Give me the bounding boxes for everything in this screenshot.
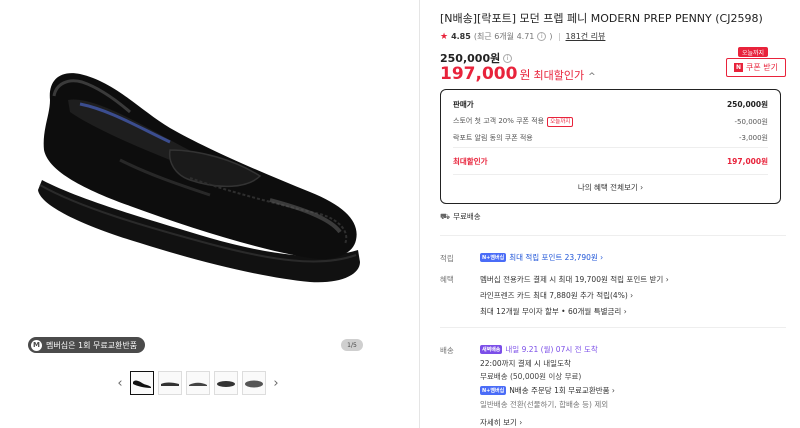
star-icon: ★ [440, 31, 449, 42]
price-row-first-coupon: 스토어 첫 고객 20% 쿠폰 적용 오늘까지 -50,000원 [453, 116, 768, 127]
price-row-label: 스토어 첫 고객 20% 쿠폰 적용 [453, 117, 545, 125]
dawn-arrival-text: 내일 9.21 (월) 07시 전 도착 [505, 345, 598, 354]
shoe-thumbnail-icon [133, 380, 151, 388]
benefits-section-label: 혜택 [440, 275, 454, 284]
benefit-line[interactable]: 최대 12개월 무이자 할부 • 60개월 특별금리 › [480, 306, 627, 317]
product-title: [N배송][락포트] 모던 프렙 페니 MODERN PREP PENNY (C… [440, 12, 763, 25]
dawn-delivery-line: 새벽배송 내일 9.21 (월) 07시 전 도착 [480, 344, 598, 355]
price-row-alarm-coupon: 락포트 알림 동의 쿠폰 적용 -3,000원 [453, 133, 768, 143]
divider [558, 32, 560, 41]
review-count-link[interactable]: 181건 리뷰 [566, 31, 606, 42]
thumbnail-item[interactable] [214, 371, 238, 395]
naver-n-icon: N [734, 63, 743, 72]
delivery-detail-link[interactable]: 자세히 보기 › [480, 417, 522, 428]
free-shipping-row: ⛟ 무료배송 [440, 211, 481, 222]
return-line[interactable]: N+멤버십 N배송 주문당 1회 무료교환반품 › [480, 385, 615, 396]
price-box-divider [453, 147, 768, 148]
info-icon[interactable]: i [537, 32, 547, 41]
thumbnail-item[interactable] [130, 371, 154, 395]
shoe-thumbnail-icon [161, 382, 179, 386]
today-only-tag: 오늘까지 [547, 117, 574, 127]
rating-score: 4.85 [451, 32, 471, 41]
price-row-sale: 판매가 250,000원 [453, 99, 768, 110]
price-info-icon[interactable]: i [503, 53, 513, 63]
rating-recent: (최근 6개월 4.71 [473, 32, 535, 41]
membership-badge: N+멤버십 [480, 386, 507, 395]
benefit-line[interactable]: 라인프렌즈 카드 최대 7,880원 추가 적립(4%) › [480, 290, 633, 301]
product-main-image[interactable] [20, 0, 390, 355]
get-coupon-label: 쿠폰 받기 [746, 63, 778, 72]
get-coupon-button[interactable]: N 쿠폰 받기 [726, 58, 786, 77]
membership-benefit-label: 멤버십은 1회 무료교환반품 [46, 340, 138, 350]
delivery-section-label: 배송 [440, 346, 454, 355]
thumbnail-strip: ‹ › [114, 371, 282, 395]
product-gallery: M 멤버십은 1회 무료교환반품 1/5 ‹ › [0, 0, 408, 428]
rating-row: ★ 4.85 (최근 6개월 4.71 i) 181건 리뷰 [440, 31, 605, 42]
return-text: N배송 주문당 1회 무료교환반품 › [509, 386, 615, 395]
price-row-value: -50,000원 [734, 117, 768, 126]
today-only-badge: 오늘까지 [738, 47, 769, 57]
price-row-label: 판매가 [453, 100, 474, 109]
chevron-up-icon: ^ [588, 72, 596, 82]
sale-price-unit: 원 [519, 68, 531, 82]
price-row-label-wrap: 스토어 첫 고객 20% 쿠폰 적용 오늘까지 [453, 116, 574, 127]
discount-breakdown-box: 판매가 250,000원 스토어 첫 고객 20% 쿠폰 적용 오늘까지 -50,… [440, 89, 781, 204]
image-page-indicator: 1/5 [341, 339, 363, 351]
points-section-label: 적립 [440, 254, 454, 263]
sale-price-label: 최대할인가 [533, 69, 585, 82]
rating-recent-close: ) [549, 32, 553, 41]
points-text: 최대 적립 포인트 23,790원 › [509, 253, 604, 262]
price-row-label: 락포트 알림 동의 쿠폰 적용 [453, 134, 533, 142]
shoe-thumbnail-icon [217, 381, 235, 387]
delivery-line: 22:00까지 결제 시 내일도착 [480, 359, 571, 368]
thumbnail-item[interactable] [242, 371, 266, 395]
price-row-value: 197,000원 [726, 157, 768, 166]
membership-icon: M [31, 339, 42, 351]
free-shipping-label: 무료배송 [453, 212, 481, 221]
section-divider [440, 327, 786, 328]
column-divider [419, 0, 420, 428]
benefit-line[interactable]: 멤버십 전용카드 결제 시 최대 19,700원 적립 포인트 받기 › [480, 274, 669, 285]
thumbnail-item[interactable] [186, 371, 210, 395]
view-all-benefits-link[interactable]: 나의 혜택 전체보기 › [441, 182, 780, 193]
truck-icon: ⛟ [440, 211, 451, 221]
price-row-max-discount: 최대할인가 197,000원 [453, 156, 768, 167]
points-line[interactable]: N+멤버십 최대 적립 포인트 23,790원 › [480, 252, 603, 263]
max-discount-price[interactable]: 197,000 원 최대할인가 ^ [440, 64, 596, 84]
delivery-exclusion: 일반배송 전환(선물하기, 합배송 등) 제외 [480, 400, 609, 409]
thumbnail-item[interactable] [158, 371, 182, 395]
membership-badge: N+멤버십 [480, 253, 507, 262]
price-row-value: 250,000원 [726, 100, 768, 109]
shoe-thumbnail-icon [245, 380, 263, 388]
shoe-thumbnail-icon [189, 382, 207, 386]
thumb-prev-arrow-icon[interactable]: ‹ [114, 373, 126, 393]
dawn-delivery-badge: 새벽배송 [480, 345, 503, 354]
membership-benefit-pill[interactable]: M 멤버십은 1회 무료교환반품 [28, 337, 146, 353]
delivery-line: 무료배송 (50,000원 이상 무료) [480, 372, 582, 381]
section-divider [440, 235, 786, 236]
price-row-value: -3,000원 [738, 134, 768, 142]
price-box-divider [453, 174, 768, 175]
thumb-next-arrow-icon[interactable]: › [270, 373, 282, 393]
product-info-panel: [N배송][락포트] 모던 프렙 페니 MODERN PREP PENNY (C… [440, 0, 790, 428]
price-row-label: 최대할인가 [453, 157, 488, 166]
sale-price-number: 197,000 [440, 64, 518, 84]
